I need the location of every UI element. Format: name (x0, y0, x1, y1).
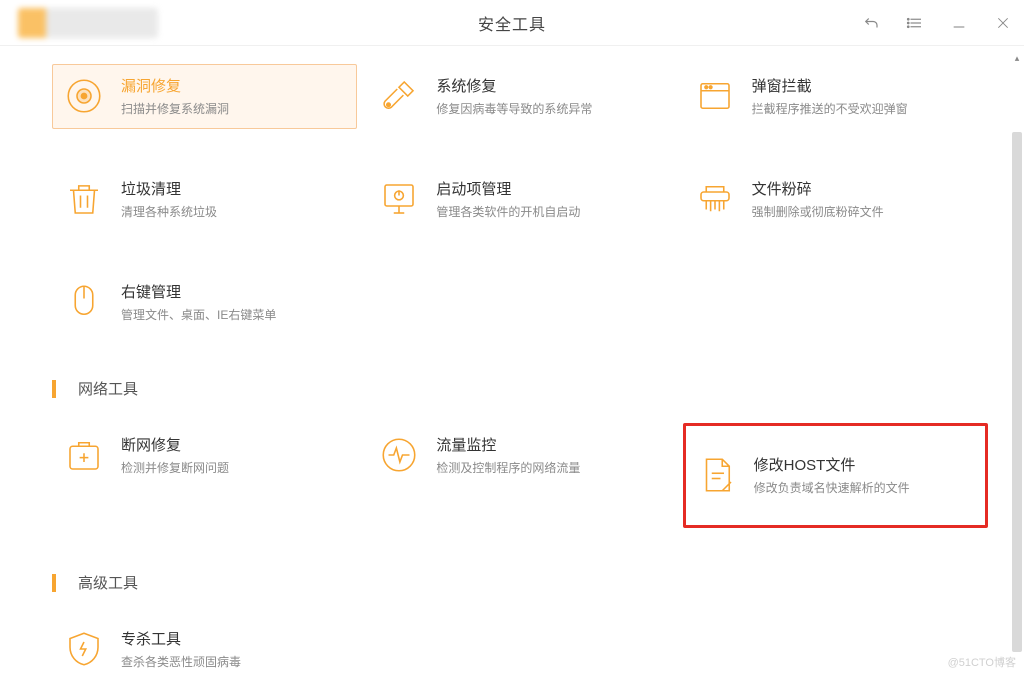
back-button[interactable] (858, 10, 884, 36)
scrollbar[interactable]: ▴ (1012, 54, 1022, 670)
section-title: 高级工具 (78, 572, 138, 593)
tool-desc: 查杀各类恶性顽固病毒 (121, 654, 241, 670)
tool-title: 专杀工具 (121, 628, 241, 649)
tool-desc: 强制删除或彻底粉碎文件 (752, 204, 884, 221)
tool-title: 流量监控 (436, 434, 580, 455)
section-header-network: 网络工具 (52, 378, 988, 399)
tool-desc: 扫描并修复系统漏洞 (121, 101, 229, 118)
shredder-icon (694, 178, 736, 220)
scroll-up-icon[interactable]: ▴ (1012, 54, 1022, 64)
watermark: @51CTO博客 (948, 654, 1016, 670)
tool-title: 断网修复 (121, 434, 229, 455)
tool-desc: 拦截程序推送的不受欢迎弹窗 (752, 101, 908, 118)
content-area: 漏洞修复 扫描并修复系统漏洞 系统修复 修复因病毒等导致的系统异常 弹窗拦截 拦… (0, 46, 1024, 670)
tool-network-repair[interactable]: 断网修复 检测并修复断网问题 (52, 423, 357, 528)
window-controls (858, 0, 1016, 46)
tool-file-shred[interactable]: 文件粉碎 强制删除或彻底粉碎文件 (683, 167, 988, 232)
tool-vuln-repair[interactable]: 漏洞修复 扫描并修复系统漏洞 (52, 64, 357, 129)
tool-traffic-monitor[interactable]: 流量监控 检测及控制程序的网络流量 (367, 423, 672, 528)
monitor-power-icon (378, 178, 420, 220)
tool-title: 修改HOST文件 (754, 454, 910, 475)
system-tools-grid: 漏洞修复 扫描并修复系统漏洞 系统修复 修复因病毒等导致的系统异常 弹窗拦截 拦… (52, 64, 988, 334)
shield-bolt-icon (63, 628, 105, 670)
window-title: 安全工具 (478, 11, 546, 35)
mouse-icon (63, 281, 105, 323)
tool-desc: 修复因病毒等导致的系统异常 (436, 101, 592, 118)
tool-rightclick-manage[interactable]: 右键管理 管理文件、桌面、IE右键菜单 (52, 270, 357, 335)
scrollbar-thumb[interactable] (1012, 132, 1022, 652)
file-edit-icon (696, 454, 738, 496)
menu-button[interactable] (902, 10, 928, 36)
trash-icon (63, 178, 105, 220)
tool-system-repair[interactable]: 系统修复 修复因病毒等导致的系统异常 (367, 64, 672, 129)
wrench-icon (378, 75, 420, 117)
app-logo (18, 8, 158, 38)
tool-title: 文件粉碎 (752, 178, 884, 199)
pulse-icon (378, 434, 420, 476)
tool-desc: 修改负责域名快速解析的文件 (754, 480, 910, 497)
firstaid-icon (63, 434, 105, 476)
tool-startup-manage[interactable]: 启动项管理 管理各类软件的开机自启动 (367, 167, 672, 232)
target-icon (63, 75, 105, 117)
tool-title: 启动项管理 (436, 178, 580, 199)
tool-title: 漏洞修复 (121, 75, 229, 96)
tool-title: 垃圾清理 (121, 178, 217, 199)
tool-desc: 管理各类软件的开机自启动 (436, 204, 580, 221)
tool-edit-host[interactable]: 修改HOST文件 修改负责域名快速解析的文件 (683, 423, 988, 528)
close-button[interactable] (990, 10, 1016, 36)
window-block-icon (694, 75, 736, 117)
section-bar-icon (52, 380, 56, 398)
minimize-button[interactable] (946, 10, 972, 36)
tool-title: 弹窗拦截 (752, 75, 908, 96)
tool-title: 系统修复 (436, 75, 592, 96)
tool-desc: 检测及控制程序的网络流量 (436, 460, 580, 477)
section-title: 网络工具 (78, 378, 138, 399)
tool-special-kill[interactable]: 专杀工具 查杀各类恶性顽固病毒 (52, 617, 357, 670)
titlebar: 安全工具 (0, 0, 1024, 46)
advanced-tools-grid: 专杀工具 查杀各类恶性顽固病毒 (52, 617, 988, 670)
tool-desc: 清理各种系统垃圾 (121, 204, 217, 221)
tool-popup-block[interactable]: 弹窗拦截 拦截程序推送的不受欢迎弹窗 (683, 64, 988, 129)
tool-title: 右键管理 (121, 281, 276, 302)
network-tools-grid: 断网修复 检测并修复断网问题 流量监控 检测及控制程序的网络流量 修改HOST文… (52, 423, 988, 528)
section-header-advanced: 高级工具 (52, 572, 988, 593)
tool-desc: 检测并修复断网问题 (121, 460, 229, 477)
tool-desc: 管理文件、桌面、IE右键菜单 (121, 307, 276, 324)
section-bar-icon (52, 574, 56, 592)
tool-junk-clean[interactable]: 垃圾清理 清理各种系统垃圾 (52, 167, 357, 232)
